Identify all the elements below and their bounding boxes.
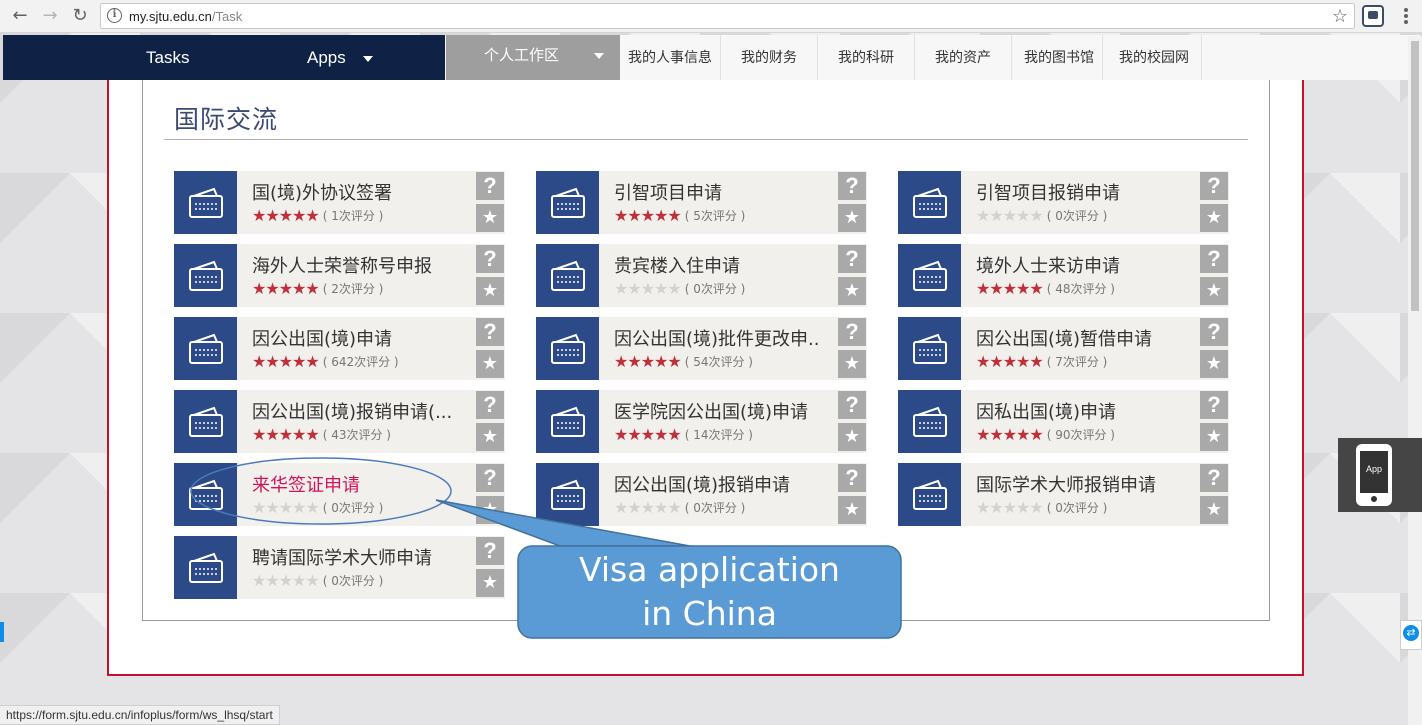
highlight-ellipse xyxy=(190,457,452,525)
app-download-widget[interactable]: App xyxy=(1338,438,1422,512)
left-edge-tab[interactable] xyxy=(0,622,4,642)
callout-text: Visa application in China xyxy=(518,548,901,636)
teamviewer-icon[interactable] xyxy=(1400,620,1422,650)
callout-line-2: in China xyxy=(642,594,777,633)
callout-pointer xyxy=(435,499,691,547)
phone-screen: App xyxy=(1360,451,1388,493)
phone-home-button xyxy=(1371,496,1377,502)
status-bar-url: https://form.sjtu.edu.cn/infoplus/form/w… xyxy=(0,705,280,725)
callout-line-1: Visa application xyxy=(579,550,840,589)
app-widget-label: App xyxy=(1365,464,1382,474)
